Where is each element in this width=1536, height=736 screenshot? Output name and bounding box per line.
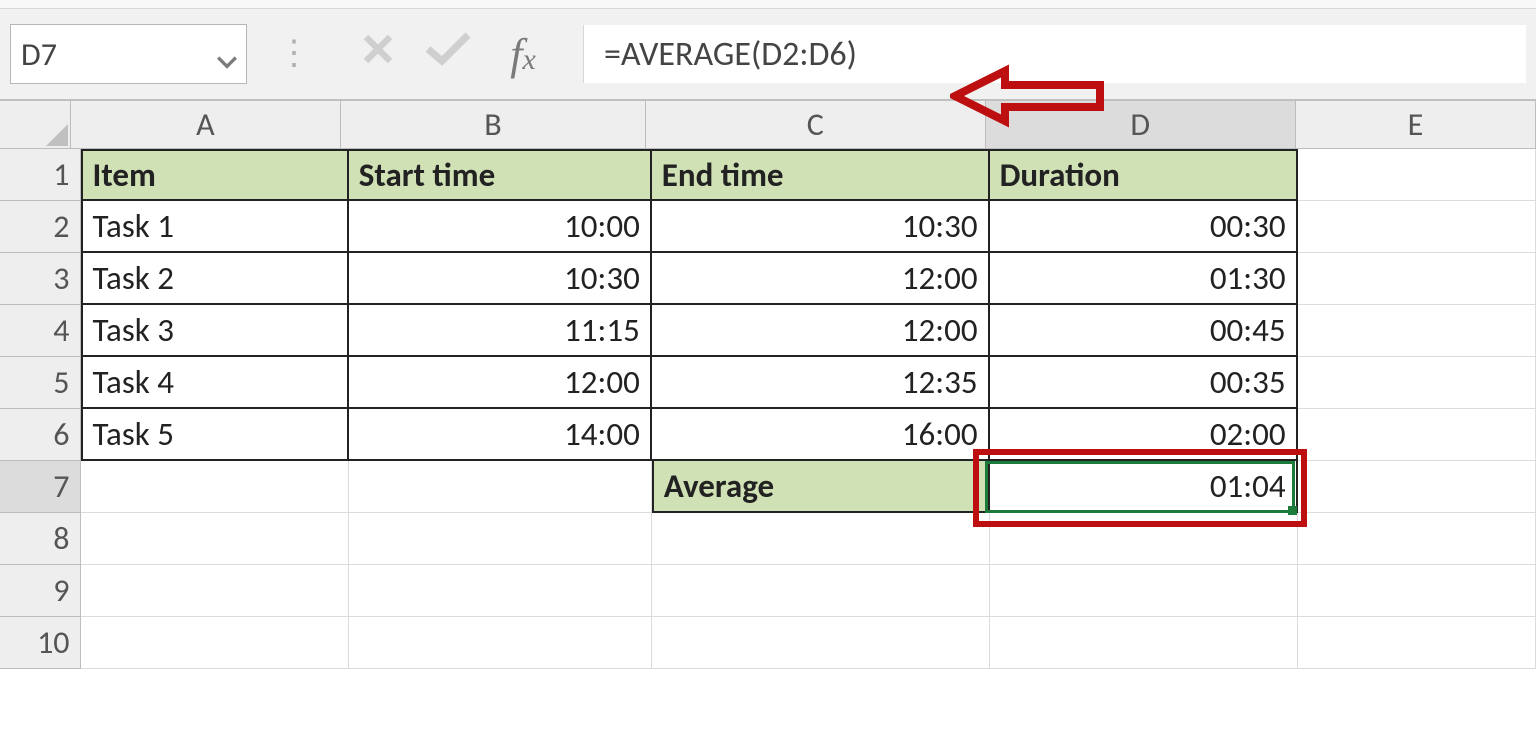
cell-C1[interactable]: End time [652, 149, 990, 201]
cell-C6[interactable]: 16:00 [652, 409, 990, 461]
row-header-1[interactable]: 1 [0, 149, 81, 201]
cell-A9[interactable] [81, 565, 349, 617]
cell-D4[interactable]: 00:45 [990, 305, 1298, 357]
row-header-4[interactable]: 4 [0, 305, 81, 357]
column-header-B[interactable]: B [341, 101, 646, 149]
cancel-formula-icon [343, 27, 413, 81]
cell-A7[interactable] [81, 461, 349, 513]
cell-A5[interactable]: Task 4 [81, 357, 349, 409]
cell-E1[interactable] [1298, 149, 1536, 201]
cell-B5[interactable]: 12:00 [349, 357, 652, 409]
row-header-10[interactable]: 10 [0, 617, 81, 669]
cell-A10[interactable] [81, 617, 349, 669]
cell-E8[interactable] [1298, 513, 1536, 565]
cell-E3[interactable] [1298, 253, 1536, 305]
cell-D10[interactable] [990, 617, 1298, 669]
cell-C9[interactable] [652, 565, 990, 617]
row-header-3[interactable]: 3 [0, 253, 81, 305]
cell-B4[interactable]: 11:15 [349, 305, 652, 357]
cell-C10[interactable] [652, 617, 990, 669]
confirm-formula-icon [413, 27, 483, 81]
cell-C5[interactable]: 12:35 [652, 357, 990, 409]
cell-A3[interactable]: Task 2 [81, 253, 349, 305]
cell-B1[interactable]: Start time [349, 149, 652, 201]
cell-C4[interactable]: 12:00 [652, 305, 990, 357]
cell-C8[interactable] [652, 513, 990, 565]
cell-E6[interactable] [1298, 409, 1536, 461]
cell-D2[interactable]: 00:30 [990, 201, 1298, 253]
formula-bar-value: =AVERAGE(D2:D6) [604, 34, 857, 75]
cell-B3[interactable]: 10:30 [349, 253, 652, 305]
cell-E9[interactable] [1298, 565, 1536, 617]
cell-E5[interactable] [1298, 357, 1536, 409]
cell-D1[interactable]: Duration [990, 149, 1298, 201]
name-box[interactable]: D7 [10, 24, 247, 84]
cell-B10[interactable] [349, 617, 652, 669]
name-box-value: D7 [21, 35, 57, 74]
cell-E10[interactable] [1298, 617, 1536, 669]
column-header-E[interactable]: E [1296, 101, 1536, 149]
cell-D7[interactable]: 01:04 [990, 461, 1298, 513]
cell-A1[interactable]: Item [81, 149, 349, 201]
select-all-corner[interactable] [0, 101, 71, 149]
row-header-5[interactable]: 5 [0, 357, 81, 409]
cell-E2[interactable] [1298, 201, 1536, 253]
cell-B6[interactable]: 14:00 [349, 409, 652, 461]
cell-D8[interactable] [990, 513, 1298, 565]
row-header-8[interactable]: 8 [0, 513, 81, 565]
column-header-C[interactable]: C [646, 101, 986, 149]
column-header-A[interactable]: A [71, 101, 341, 149]
cell-B8[interactable] [349, 513, 652, 565]
insert-function-icon[interactable]: fx [483, 29, 563, 80]
formula-bar-separator: ⋮ [277, 50, 313, 58]
cell-B7[interactable] [349, 461, 652, 513]
cell-C3[interactable]: 12:00 [652, 253, 990, 305]
cell-A8[interactable] [81, 513, 349, 565]
row-header-9[interactable]: 9 [0, 565, 81, 617]
cell-D3[interactable]: 01:30 [990, 253, 1298, 305]
cell-C7[interactable]: Average [652, 461, 990, 513]
cell-E7[interactable] [1298, 461, 1536, 513]
cell-E4[interactable] [1298, 305, 1536, 357]
row-header-7[interactable]: 7 [0, 461, 81, 513]
name-box-dropdown-icon[interactable] [216, 43, 238, 82]
cell-A4[interactable]: Task 3 [81, 305, 349, 357]
annotation-arrow-icon [950, 61, 1110, 131]
row-header-6[interactable]: 6 [0, 409, 81, 461]
cell-A2[interactable]: Task 1 [81, 201, 349, 253]
cell-B2[interactable]: 10:00 [349, 201, 652, 253]
row-header-2[interactable]: 2 [0, 201, 81, 253]
cell-C2[interactable]: 10:30 [652, 201, 990, 253]
cell-A6[interactable]: Task 5 [81, 409, 349, 461]
cell-D5[interactable]: 00:35 [990, 357, 1298, 409]
cell-D6[interactable]: 02:00 [990, 409, 1298, 461]
cell-D9[interactable] [990, 565, 1298, 617]
cell-B9[interactable] [349, 565, 652, 617]
